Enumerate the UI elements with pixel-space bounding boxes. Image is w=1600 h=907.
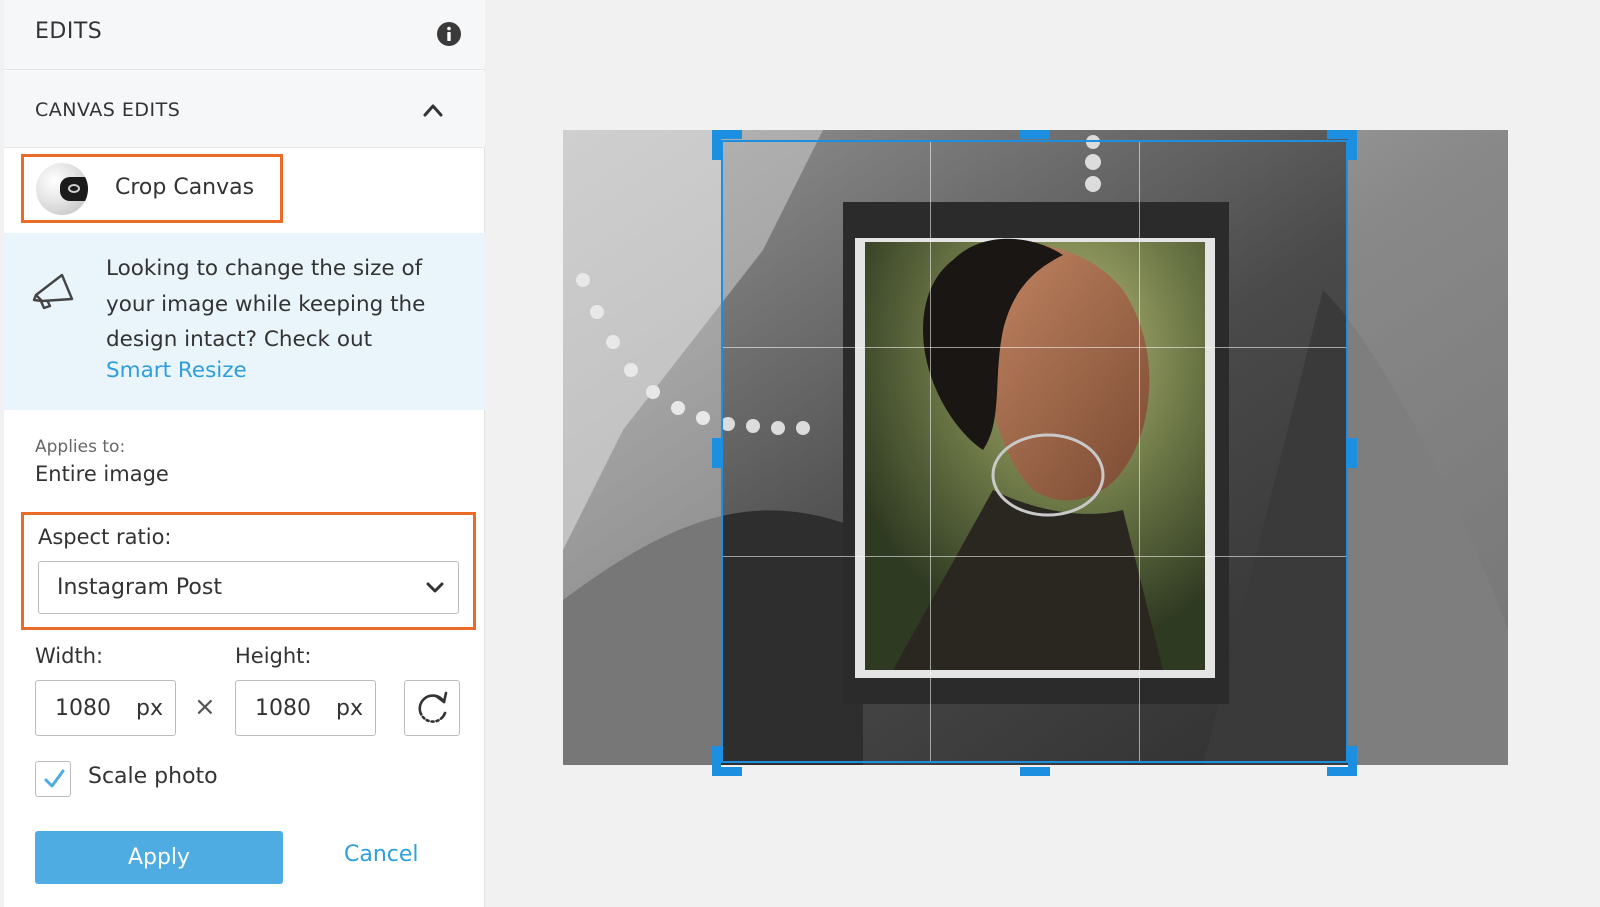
swap-dimensions-button[interactable] <box>404 680 460 736</box>
canvas-edits-section-header[interactable]: CANVAS EDITS <box>4 71 485 148</box>
smart-resize-link[interactable]: Smart Resize <box>106 358 247 383</box>
crop-canvas-label: Crop Canvas <box>115 175 255 200</box>
aspect-ratio-group: Aspect ratio: Instagram Post <box>21 512 476 630</box>
checkmark-icon <box>44 769 65 788</box>
width-unit: px <box>136 696 163 721</box>
height-unit: px <box>336 696 363 721</box>
aspect-ratio-label: Aspect ratio: <box>38 525 172 549</box>
crop-grid-line <box>930 142 931 761</box>
apply-button[interactable]: Apply <box>35 831 283 884</box>
scale-photo-checkbox[interactable] <box>35 761 71 797</box>
crop-handle-bottom[interactable] <box>1020 767 1050 776</box>
crop-grid-line <box>1139 142 1140 761</box>
times-icon: × <box>194 692 216 722</box>
edits-header: EDITS <box>4 0 485 70</box>
aspect-ratio-value: Instagram Post <box>57 575 222 600</box>
smart-resize-promo: Looking to change the size of your image… <box>4 233 485 410</box>
width-label: Width: <box>35 644 104 668</box>
applies-to-label: Applies to: <box>35 437 126 457</box>
crop-grid-line <box>723 556 1346 557</box>
crop-handle-left[interactable] <box>712 438 721 468</box>
width-input[interactable]: 1080 px <box>35 680 176 736</box>
scale-photo-label: Scale photo <box>88 764 218 789</box>
section-title: CANVAS EDITS <box>35 99 181 121</box>
width-value: 1080 <box>55 696 111 721</box>
crop-handle-bottom-left[interactable] <box>712 746 721 776</box>
crop-handle-top-left[interactable] <box>712 130 721 160</box>
chevron-up-icon[interactable] <box>422 101 444 119</box>
crop-handle-top-right[interactable] <box>1348 130 1357 160</box>
edits-title: EDITS <box>35 19 103 44</box>
height-input[interactable]: 1080 px <box>235 680 376 736</box>
edits-panel: EDITS CANVAS EDITS Crop Canvas Looking t… <box>4 0 485 907</box>
megaphone-icon <box>32 273 74 310</box>
crop-canvas-tool[interactable]: Crop Canvas <box>21 154 283 223</box>
chevron-down-icon <box>426 582 444 593</box>
crop-canvas-thumbnail <box>36 163 88 215</box>
applies-to-value: Entire image <box>35 462 169 486</box>
promo-text: Looking to change the size of your image… <box>106 256 426 352</box>
cancel-button[interactable]: Cancel <box>344 842 419 867</box>
rotate-icon <box>418 691 448 723</box>
height-value: 1080 <box>255 696 311 721</box>
crop-mask-right <box>1348 130 1508 765</box>
crop-grid-line <box>723 347 1346 348</box>
crop-frame[interactable] <box>721 140 1348 763</box>
aspect-ratio-select[interactable]: Instagram Post <box>38 561 459 614</box>
crop-handle-bottom-right[interactable] <box>1348 746 1357 776</box>
info-icon[interactable] <box>436 21 462 47</box>
crop-mask-left <box>563 130 721 765</box>
crop-handle-right[interactable] <box>1348 438 1357 468</box>
crop-handle-top[interactable] <box>1020 130 1050 139</box>
height-label: Height: <box>235 644 312 668</box>
